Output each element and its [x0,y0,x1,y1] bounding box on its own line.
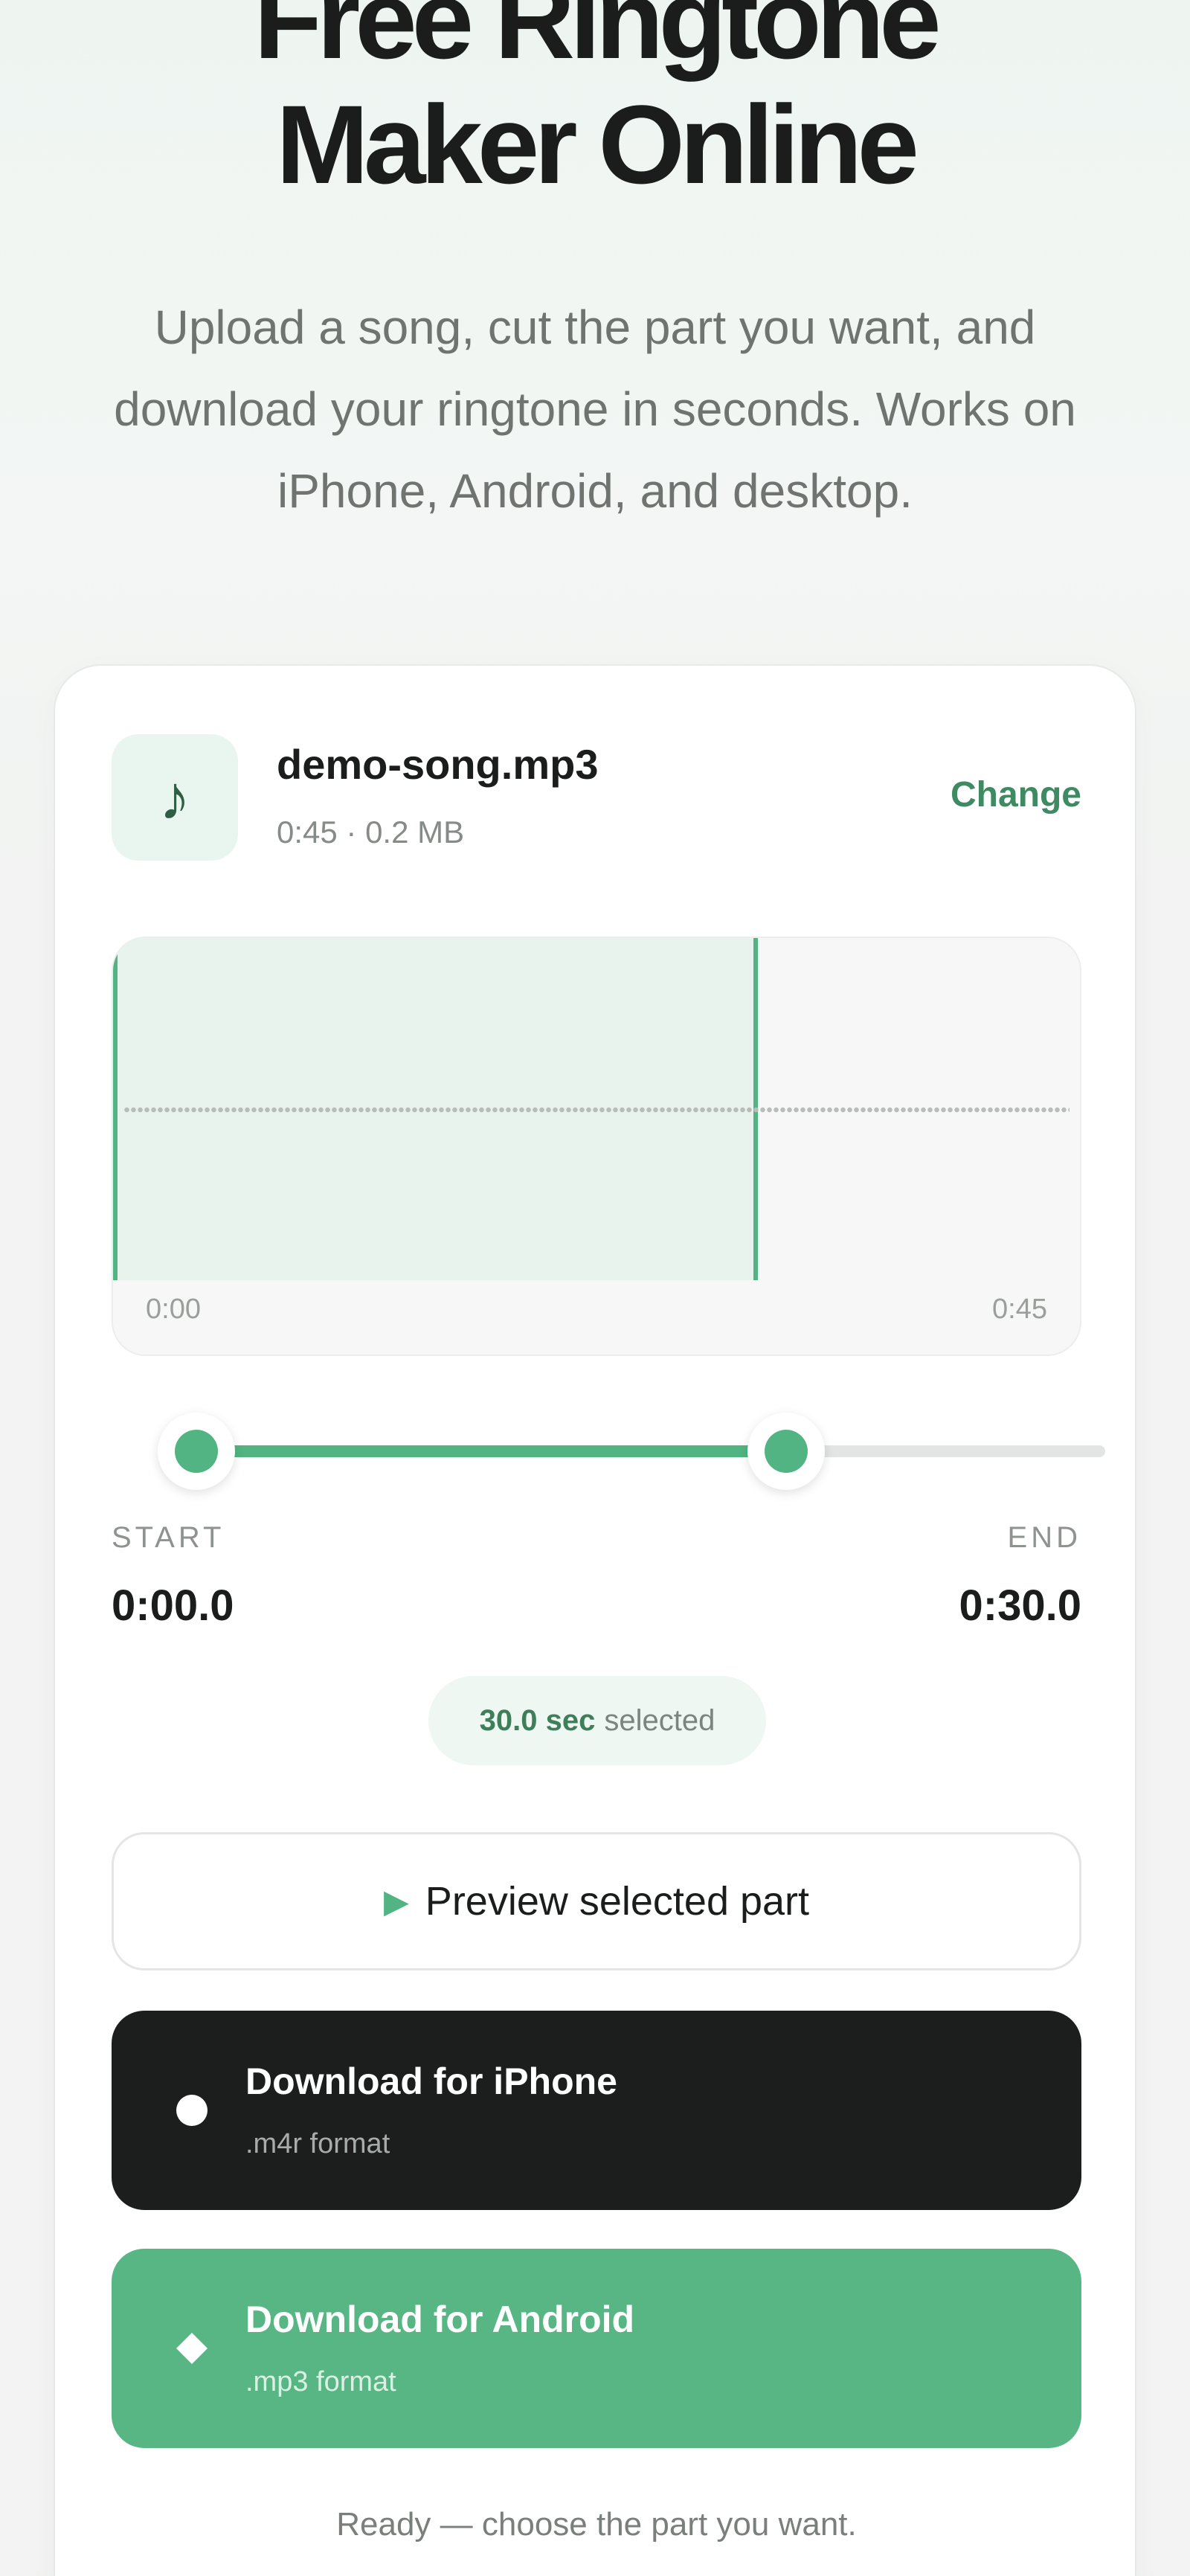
diamond-icon [176,2333,208,2364]
end-label: END [1007,1521,1081,1554]
play-icon: ▶ [383,1883,409,1920]
range-slider-fill [196,1445,787,1457]
waveform-start-time: 0:00 [146,1294,201,1325]
download-iphone-title: Download for iPhone [245,2061,617,2102]
download-iphone-format: .m4r format [245,2128,390,2159]
file-meta: 0:45 · 0.2 MB [277,815,465,849]
file-name: demo-song.mp3 [277,741,599,788]
selection-suffix: selected [604,1703,715,1737]
waveform-start-handle[interactable] [113,938,118,1280]
download-iphone-button[interactable]: Download for iPhone .m4r format [112,2011,1081,2210]
ringtone-editor-card: ♪ demo-song.mp3 0:45 · 0.2 MB Change 0:0… [54,664,1136,2576]
preview-button[interactable]: ▶ Preview selected part [112,1832,1081,1970]
selection-duration-badge: 30.0 sec selected [428,1676,766,1765]
circle-icon [176,2095,208,2126]
range-end-thumb[interactable] [747,1413,826,1490]
waveform-line [123,1106,1070,1114]
range-start-thumb[interactable] [158,1413,235,1490]
end-time-value: 0:30.0 [959,1581,1081,1630]
preview-button-label: Preview selected part [425,1879,810,1924]
download-android-format: .mp3 format [245,2366,396,2397]
page-title: Free Ringtone Maker Online [0,0,1190,207]
download-android-title: Download for Android [245,2299,635,2340]
start-label: START [112,1521,225,1554]
download-android-button[interactable]: Download for Android .mp3 format [112,2249,1081,2448]
start-time-value: 0:00.0 [112,1581,234,1630]
selection-duration: 30.0 sec [479,1703,596,1737]
status-message: Ready — choose the part you want. [336,2506,857,2543]
change-file-button[interactable]: Change [951,774,1081,815]
range-slider[interactable] [158,1413,1105,1490]
page-subtitle: Upload a song, cut the part you want, an… [114,301,1076,518]
page-title-line-1: Free Ringtone [254,0,941,82]
waveform[interactable]: 0:00 0:45 [112,937,1081,1356]
page-title-line-2: Maker Online [276,82,919,207]
music-note-icon: ♪ [112,734,238,861]
waveform-end-time: 0:45 [992,1294,1047,1325]
